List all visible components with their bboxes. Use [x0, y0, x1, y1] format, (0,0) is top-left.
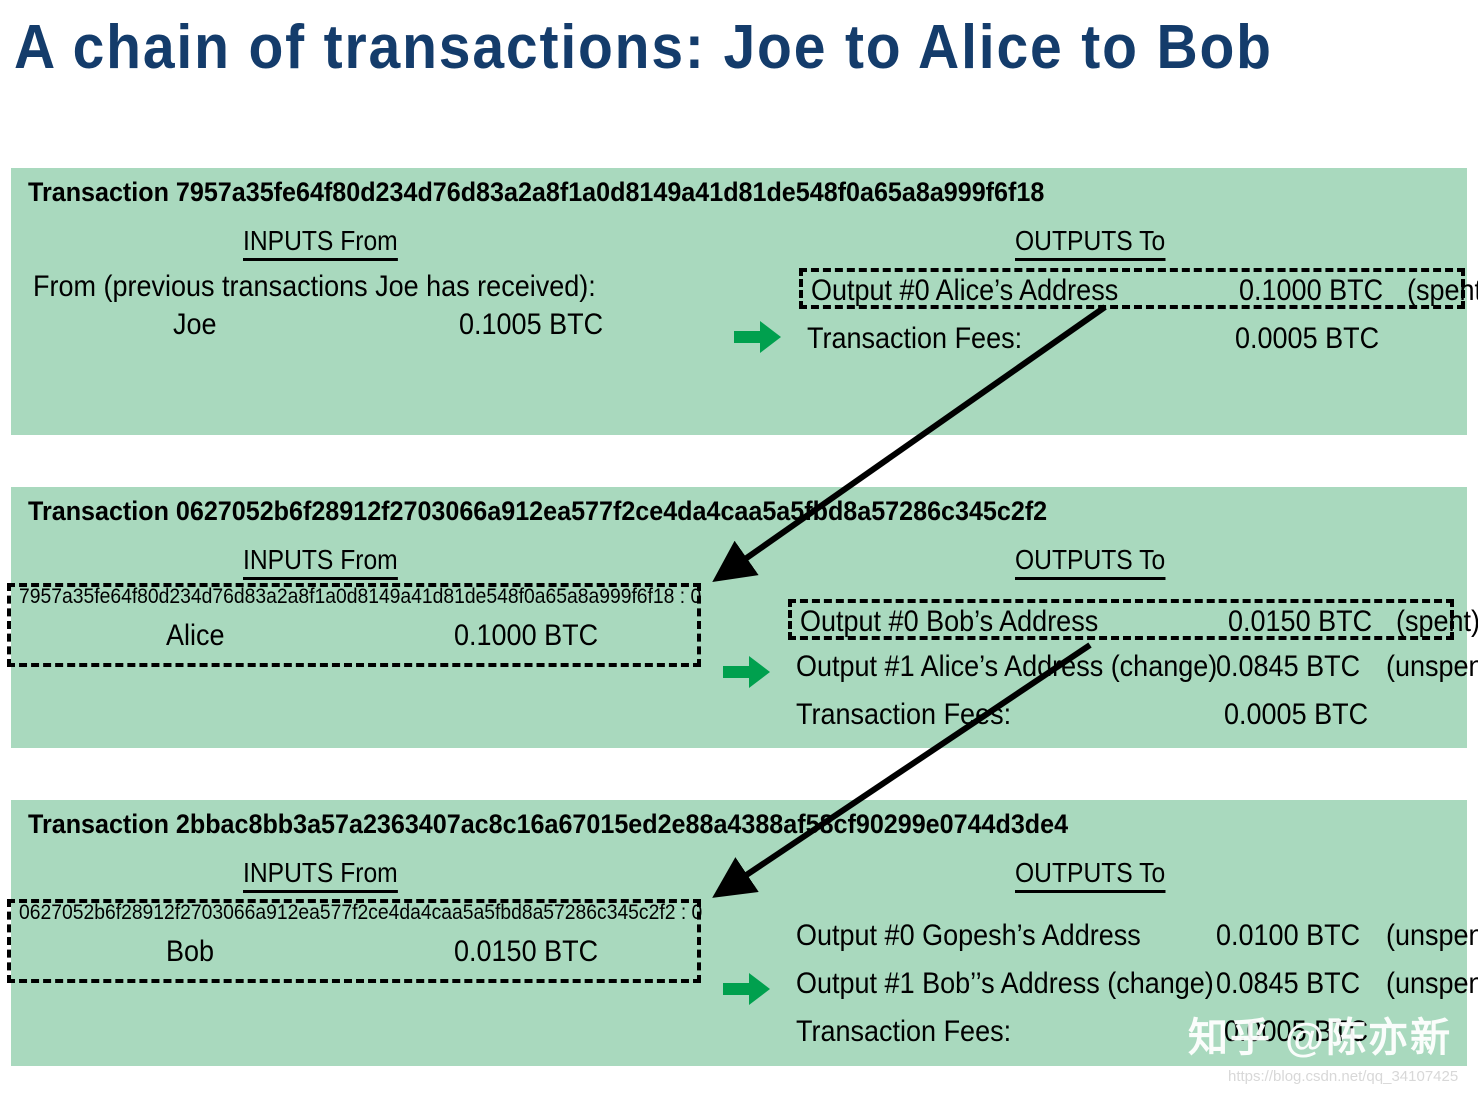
output-amount: 0.0005 BTC	[1235, 322, 1380, 355]
page-title: A chain of transactions: Joe to Alice to…	[14, 13, 1273, 82]
output-row: Output #1 Bob’’s Address (change) 0.0845…	[788, 965, 1478, 1006]
transaction-title-2: Transaction 0627052b6f28912f2703066a912e…	[28, 496, 1048, 526]
flow-arrow-icon	[723, 973, 770, 1005]
watermark-zhihu: 知乎 @陈亦新	[1188, 1016, 1453, 1060]
output-state: (spent)	[1407, 274, 1478, 307]
outputs-column-header-2: OUTPUTS To	[1015, 544, 1166, 580]
inputs-column-header-3: INPUTS From	[243, 857, 398, 893]
input-reference: 0627052b6f28912f2703066a912ea577f2ce4da4…	[19, 901, 703, 924]
input-reference: 7957a35fe64f80d234d76d83a2a8f1a0d8149a41…	[19, 585, 702, 608]
output-state: (unspent)	[1386, 650, 1478, 683]
output-row: Output #0 Alice’s Address 0.1000 BTC (sp…	[799, 268, 1478, 309]
transaction-panel-1: Transaction 7957a35fe64f80d234d76d83a2a8…	[11, 168, 1478, 435]
watermark-url: https://blog.csdn.net/qq_34107425	[1228, 1068, 1459, 1085]
output-state: (spent)	[1396, 605, 1478, 638]
output-amount: 0.0100 BTC	[1216, 919, 1361, 952]
input-amount-3: 0.0150 BTC	[454, 935, 599, 968]
input-box-2: 7957a35fe64f80d234d76d83a2a8f1a0d8149a41…	[7, 583, 701, 667]
output-amount: 0.1000 BTC	[1239, 274, 1384, 307]
input-party-1: Joe	[173, 308, 217, 341]
outputs-column-header-3: OUTPUTS To	[1015, 857, 1166, 893]
outputs-column-header-1: OUTPUTS To	[1015, 225, 1166, 261]
output-label: Transaction Fees:	[807, 322, 1023, 355]
input-amount-1: 0.1005 BTC	[459, 308, 604, 341]
input-party-2: Alice	[166, 619, 225, 652]
output-label: Output #0 Gopesh’s Address	[796, 919, 1141, 952]
input-amount-2: 0.1000 BTC	[454, 619, 599, 652]
output-state: (unspent)	[1386, 919, 1478, 952]
input-party-3: Bob	[166, 935, 215, 968]
output-row: Transaction Fees: 0.0005 BTC	[788, 696, 1454, 737]
output-label: Transaction Fees:	[796, 1015, 1012, 1048]
output-label: Output #1 Bob’’s Address (change)	[796, 967, 1214, 1000]
transaction-title-3: Transaction 2bbac8bb3a57a2363407ac8c16a6…	[28, 809, 1069, 839]
output-row: Output #0 Gopesh’s Address 0.0100 BTC (u…	[788, 917, 1478, 958]
transaction-title-1: Transaction 7957a35fe64f80d234d76d83a2a8…	[28, 177, 1045, 207]
output-label: Output #1 Alice’s Address (change)	[796, 650, 1218, 683]
output-label: Output #0 Alice’s Address	[811, 274, 1119, 307]
inputs-note-1: From (previous transactions Joe has rece…	[33, 270, 596, 303]
inputs-column-header-2: INPUTS From	[243, 544, 398, 580]
output-amount: 0.0005 BTC	[1224, 698, 1369, 731]
flow-arrow-icon	[723, 656, 770, 688]
output-state: (unspent)	[1386, 967, 1478, 1000]
input-box-3: 0627052b6f28912f2703066a912ea577f2ce4da4…	[7, 899, 703, 983]
inputs-column-header-1: INPUTS From	[243, 225, 398, 261]
output-label: Output #0 Bob’s Address	[800, 605, 1099, 638]
output-amount: 0.0150 BTC	[1228, 605, 1373, 638]
output-row: Output #1 Alice’s Address (change) 0.084…	[788, 648, 1478, 689]
output-label: Transaction Fees:	[796, 698, 1012, 731]
flow-arrow-icon	[734, 321, 781, 353]
output-amount: 0.0845 BTC	[1216, 650, 1361, 683]
output-row: Output #0 Bob’s Address 0.0150 BTC (spen…	[788, 599, 1478, 640]
output-amount: 0.0845 BTC	[1216, 967, 1361, 1000]
output-row: Transaction Fees: 0.0005 BTC	[799, 320, 1465, 361]
